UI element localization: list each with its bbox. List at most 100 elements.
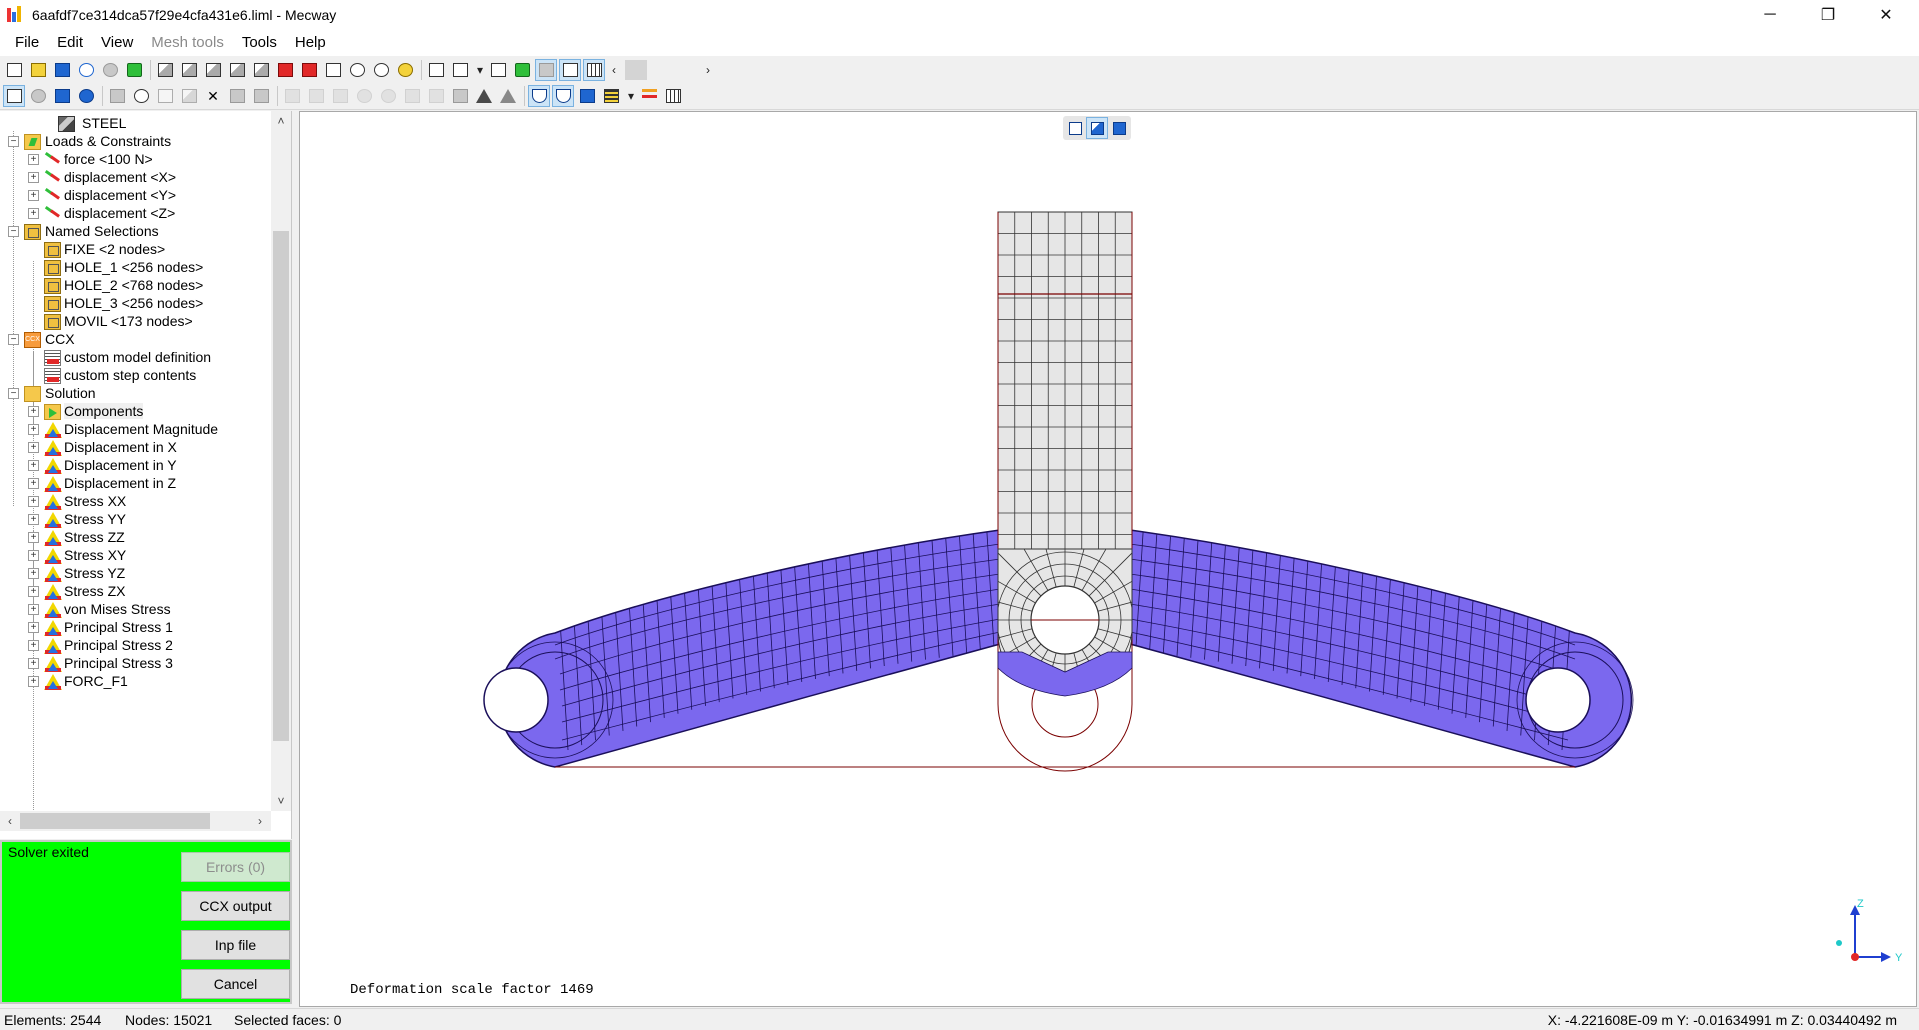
close-button[interactable]: ✕ xyxy=(1857,0,1915,30)
expand-icon[interactable]: + xyxy=(28,676,39,687)
3d-viewport[interactable]: Deformation scale factor 1469 Z Y xyxy=(299,111,1917,1007)
cube-tool-button[interactable] xyxy=(178,85,200,107)
shaded-mode-button[interactable] xyxy=(1108,117,1130,139)
refine-button[interactable] xyxy=(449,85,471,107)
revolve-button[interactable] xyxy=(353,85,375,107)
triangle-mesh-button[interactable] xyxy=(473,85,495,107)
select-edges-button[interactable] xyxy=(51,85,73,107)
view-top-button[interactable] xyxy=(274,59,296,81)
tree-horizontal-scroll-thumb[interactable] xyxy=(20,813,210,829)
expand-icon[interactable]: + xyxy=(28,622,39,633)
menu-edit[interactable]: Edit xyxy=(48,30,92,56)
errors-button[interactable]: Errors (0) xyxy=(181,852,290,882)
save-button[interactable] xyxy=(51,59,73,81)
ccx-output-button[interactable]: CCX output xyxy=(181,891,290,921)
deformed-view-button[interactable] xyxy=(528,85,550,107)
view-left-button[interactable] xyxy=(226,59,248,81)
view-back-button[interactable] xyxy=(202,59,224,81)
scroll-left-button[interactable]: ‹ xyxy=(0,811,20,831)
expand-icon[interactable]: + xyxy=(28,478,39,489)
scroll-down-button[interactable]: ˅ xyxy=(271,791,291,811)
select-nodes-button[interactable] xyxy=(27,85,49,107)
undeformed-outline-button[interactable] xyxy=(552,85,574,107)
scroll-up-button[interactable]: ˄ xyxy=(271,111,291,131)
gear-button[interactable] xyxy=(130,85,152,107)
expand-icon[interactable]: + xyxy=(28,496,39,507)
select-elements-button[interactable] xyxy=(3,85,25,107)
expand-icon[interactable]: + xyxy=(28,154,39,165)
show-mesh-button[interactable] xyxy=(511,59,533,81)
collapse-icon[interactable]: − xyxy=(8,136,19,147)
zoom-button[interactable] xyxy=(346,59,368,81)
expand-icon[interactable]: + xyxy=(28,406,39,417)
delete-button[interactable]: ✕ xyxy=(202,85,224,107)
move-button[interactable] xyxy=(281,85,303,107)
expand-icon[interactable]: + xyxy=(28,424,39,435)
inp-file-button[interactable]: Inp file xyxy=(181,930,290,960)
expand-icon[interactable]: + xyxy=(28,658,39,669)
wireframe-view-button[interactable] xyxy=(559,58,581,81)
render-settings-button[interactable] xyxy=(425,59,447,81)
expand-icon[interactable]: + xyxy=(28,532,39,543)
rotate-mesh-button[interactable] xyxy=(305,85,327,107)
toolbar-scroll-left[interactable]: ‹ xyxy=(607,59,621,81)
tree-item-forc-f1[interactable]: + FORC_F1 xyxy=(0,671,270,693)
film-button[interactable] xyxy=(600,85,622,107)
split-button[interactable] xyxy=(401,85,423,107)
new-file-button[interactable] xyxy=(3,59,25,81)
expand-icon[interactable]: + xyxy=(28,640,39,651)
cylinder-button[interactable] xyxy=(329,85,351,107)
display-options-dropdown[interactable]: ▾ xyxy=(473,59,487,81)
tree-horizontal-scrollbar[interactable]: ‹ › xyxy=(0,811,271,831)
view-right-button[interactable] xyxy=(250,59,272,81)
display-options-button[interactable] xyxy=(449,59,471,81)
cancel-button[interactable]: Cancel xyxy=(181,969,290,999)
copy-button[interactable] xyxy=(250,85,272,107)
box-tool-button[interactable] xyxy=(154,85,176,107)
shaded-view-button[interactable] xyxy=(535,58,557,81)
merge-button[interactable] xyxy=(425,85,447,107)
redo-button[interactable] xyxy=(99,59,121,81)
section-view-button[interactable] xyxy=(487,59,509,81)
view-bottom-button[interactable] xyxy=(298,59,320,81)
select-faces-button[interactable] xyxy=(75,85,97,107)
expand-icon[interactable]: + xyxy=(28,550,39,561)
collapse-icon[interactable]: − xyxy=(8,388,19,399)
expand-icon[interactable]: + xyxy=(28,208,39,219)
expand-icon[interactable]: + xyxy=(28,604,39,615)
restore-button[interactable]: ❐ xyxy=(1799,0,1857,30)
explode-button[interactable] xyxy=(106,85,128,107)
wireframe-mode-button[interactable] xyxy=(1064,117,1086,139)
expand-icon[interactable]: + xyxy=(28,586,39,597)
expand-icon[interactable]: + xyxy=(28,190,39,201)
shaded-edges-mode-button[interactable] xyxy=(1086,117,1108,139)
expand-icon[interactable]: + xyxy=(28,442,39,453)
view-isometric-button[interactable] xyxy=(154,59,176,81)
expand-icon[interactable]: + xyxy=(28,460,39,471)
pan-button[interactable] xyxy=(394,59,416,81)
collapse-icon[interactable]: − xyxy=(8,334,19,345)
sort-button[interactable] xyxy=(638,85,660,107)
view-front-button[interactable] xyxy=(178,59,200,81)
tree-vertical-scrollbar[interactable]: ˄ ˅ xyxy=(271,111,291,811)
menu-file[interactable]: File xyxy=(6,30,48,56)
menu-view[interactable]: View xyxy=(92,30,142,56)
minimize-button[interactable]: ─ xyxy=(1741,0,1799,30)
menu-help[interactable]: Help xyxy=(286,30,335,56)
expand-icon[interactable]: + xyxy=(28,172,39,183)
menu-tools[interactable]: Tools xyxy=(233,30,286,56)
solve-button[interactable] xyxy=(123,59,145,81)
mesh-edges-button[interactable] xyxy=(583,58,605,81)
extrude-button[interactable] xyxy=(226,85,248,107)
open-file-button[interactable] xyxy=(27,59,49,81)
triangle-outline-button[interactable] xyxy=(497,85,519,107)
zoom-all-button[interactable] xyxy=(322,59,344,81)
scroll-right-button[interactable]: › xyxy=(250,811,270,831)
menu-mesh-tools[interactable]: Mesh tools xyxy=(142,30,233,56)
expand-icon[interactable]: + xyxy=(28,514,39,525)
toolbar-scroll-right[interactable]: › xyxy=(701,59,715,81)
film-dropdown[interactable]: ▾ xyxy=(624,85,638,107)
undo-button[interactable] xyxy=(75,59,97,81)
tree-vertical-scroll-thumb[interactable] xyxy=(273,231,289,741)
rotate-button[interactable] xyxy=(370,59,392,81)
